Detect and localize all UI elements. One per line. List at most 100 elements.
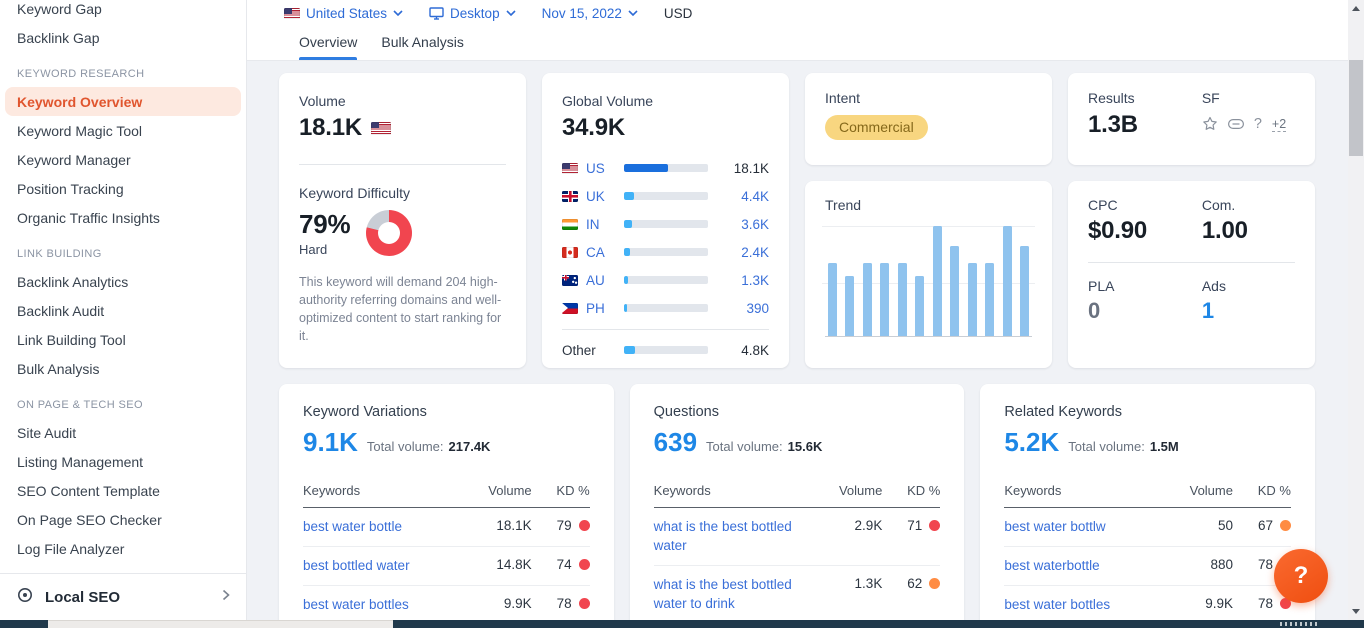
column-keywords: Keywords [1004,483,1169,498]
sidebar-item-on-page-seo-checker[interactable]: On Page SEO Checker [5,505,241,534]
scrollbar-thumb[interactable] [1349,60,1363,156]
questions-card: Questions 639 Total volume: 15.6K Keywor… [630,384,965,620]
kd-dot-icon [1280,520,1291,531]
ads-value: 1 [1202,298,1295,324]
keyword-variations-card: Keyword Variations 9.1K Total volume: 21… [279,384,614,620]
country-link[interactable]: AU [586,273,624,288]
trend-bar [968,263,977,336]
link-icon [1228,119,1244,129]
currency-label: USD [664,6,693,21]
volume-value: 2.4K [708,245,769,260]
column-volume: Volume [1169,483,1233,498]
trend-bar [985,263,994,336]
sf-more-link[interactable]: +2 [1272,117,1286,132]
keyword-link[interactable]: best water bottles [303,596,468,615]
keyword-link[interactable]: best water bottle [303,518,468,537]
us-flag-icon [562,163,578,174]
background-window-sliver [48,620,393,628]
sidebar-item-backlink-audit[interactable]: Backlink Audit [5,296,241,325]
in-flag-icon [562,219,578,230]
kd-dot-icon [579,598,590,609]
question-mark-icon[interactable]: ? [1254,116,1262,132]
sidebar-item-keyword-gap[interactable]: Keyword Gap [5,0,241,23]
country-link[interactable]: US [586,161,624,176]
table-row: best water bottles 9.9K 78 [1004,586,1291,620]
table-row: best water bottlw 50 67 [1004,508,1291,547]
keyword-link[interactable]: what is the best bottled water [654,518,819,556]
trend-bar [898,263,907,336]
keyword-overview-screen: Keyword Gap Backlink Gap KEYWORD RESEARC… [0,0,1364,628]
table-header: Keywords Volume KD % [1004,483,1291,508]
keyword-link[interactable]: best waterbottle [1004,557,1169,576]
sidebar-item-seo-content-template[interactable]: SEO Content Template [5,476,241,505]
keyword-volume: 14.8K [468,557,532,572]
volume-value: 390 [708,301,769,316]
country-link[interactable]: UK [586,189,624,204]
results-card: Results 1.3B SF ? +2 [1068,73,1315,165]
sidebar-item-log-file-analyzer[interactable]: Log File Analyzer [5,534,241,563]
sidebar-item-bulk-analysis[interactable]: Bulk Analysis [5,354,241,383]
sidebar-item-keyword-magic-tool[interactable]: Keyword Magic Tool [5,116,241,145]
sidebar-item-backlink-analytics[interactable]: Backlink Analytics [5,267,241,296]
table-header: Keywords Volume KD % [303,483,590,508]
scroll-down-arrow[interactable] [1348,603,1364,619]
country-filter[interactable]: United States [284,6,403,21]
tab-overview[interactable]: Overview [299,34,357,60]
keyword-link[interactable]: best water bottles [1004,596,1169,615]
tables-grid: Keyword Variations 9.1K Total volume: 21… [279,384,1315,620]
intent-label: Intent [825,90,1032,106]
keyword-link[interactable]: best bottled water [303,557,468,576]
date-filter[interactable]: Nov 15, 2022 [542,6,638,21]
volume-bar-track [624,248,708,256]
com-value: 1.00 [1202,217,1295,245]
volume-bar-track [624,164,708,172]
kd-value: 62 [907,576,922,591]
column-volume: Volume [468,483,532,498]
pla-label: PLA [1088,278,1202,294]
sidebar-item-link-building-tool[interactable]: Link Building Tool [5,325,241,354]
sidebar-item-listing-management[interactable]: Listing Management [5,447,241,476]
ads-label: Ads [1202,278,1295,294]
keyword-link[interactable]: best water bottlw [1004,518,1169,537]
table-header: Keywords Volume KD % [654,483,941,508]
taskbar-strip [0,620,1364,628]
sidebar-item-position-tracking[interactable]: Position Tracking [5,174,241,203]
trend-bar [845,276,854,337]
volume-bar-fill [624,220,632,228]
country-link[interactable]: PH [586,301,624,316]
sidebar-item-backlink-gap[interactable]: Backlink Gap [5,23,241,52]
device-filter[interactable]: Desktop [429,6,516,21]
country-link[interactable]: CA [586,245,624,260]
related-keywords-card: Related Keywords 5.2K Total volume: 1.5M… [980,384,1315,620]
sidebar-section-header: KEYWORD RESEARCH [17,68,229,80]
chevron-down-icon [393,10,403,16]
table-rows: best water bottle 18.1K 79 best bottled … [303,508,590,620]
volume-bar-track [624,346,708,354]
us-flag-icon [371,122,391,135]
sidebar-item-label: Keyword Overview [17,94,142,110]
tab-bulk-analysis[interactable]: Bulk Analysis [381,34,463,60]
sidebar-item-label: Backlink Analytics [17,274,128,290]
country-link[interactable]: IN [586,217,624,232]
trend-chart [825,226,1032,337]
volume-value: 18.1K [299,114,362,142]
scroll-up-arrow[interactable] [1348,0,1364,16]
sidebar-item-keyword-overview[interactable]: Keyword Overview [5,87,241,116]
kd-donut-chart [366,210,412,256]
other-volume-fill [624,346,635,354]
global-volume-label: Global Volume [562,93,769,109]
count-row: 639 Total volume: 15.6K [654,427,941,458]
sidebar-item-organic-traffic-insights[interactable]: Organic Traffic Insights [5,203,241,232]
help-button[interactable]: ? [1274,549,1328,603]
volume-label: Volume [299,93,506,109]
sidebar-item-keyword-manager[interactable]: Keyword Manager [5,145,241,174]
keyword-kd-cell: 74 [532,557,590,572]
sidebar-item-site-audit[interactable]: Site Audit [5,418,241,447]
kd-value: 74 [557,557,572,572]
global-volume-value: 34.9K [562,114,769,142]
intent-badge[interactable]: Commercial [825,115,928,140]
keyword-link[interactable]: what is the best bottled water to drink [654,576,819,614]
table-row: what is the best bottled water to drink … [654,566,941,620]
sidebar-footer-local-seo[interactable]: Local SEO [0,573,246,620]
com-label: Com. [1202,197,1295,213]
